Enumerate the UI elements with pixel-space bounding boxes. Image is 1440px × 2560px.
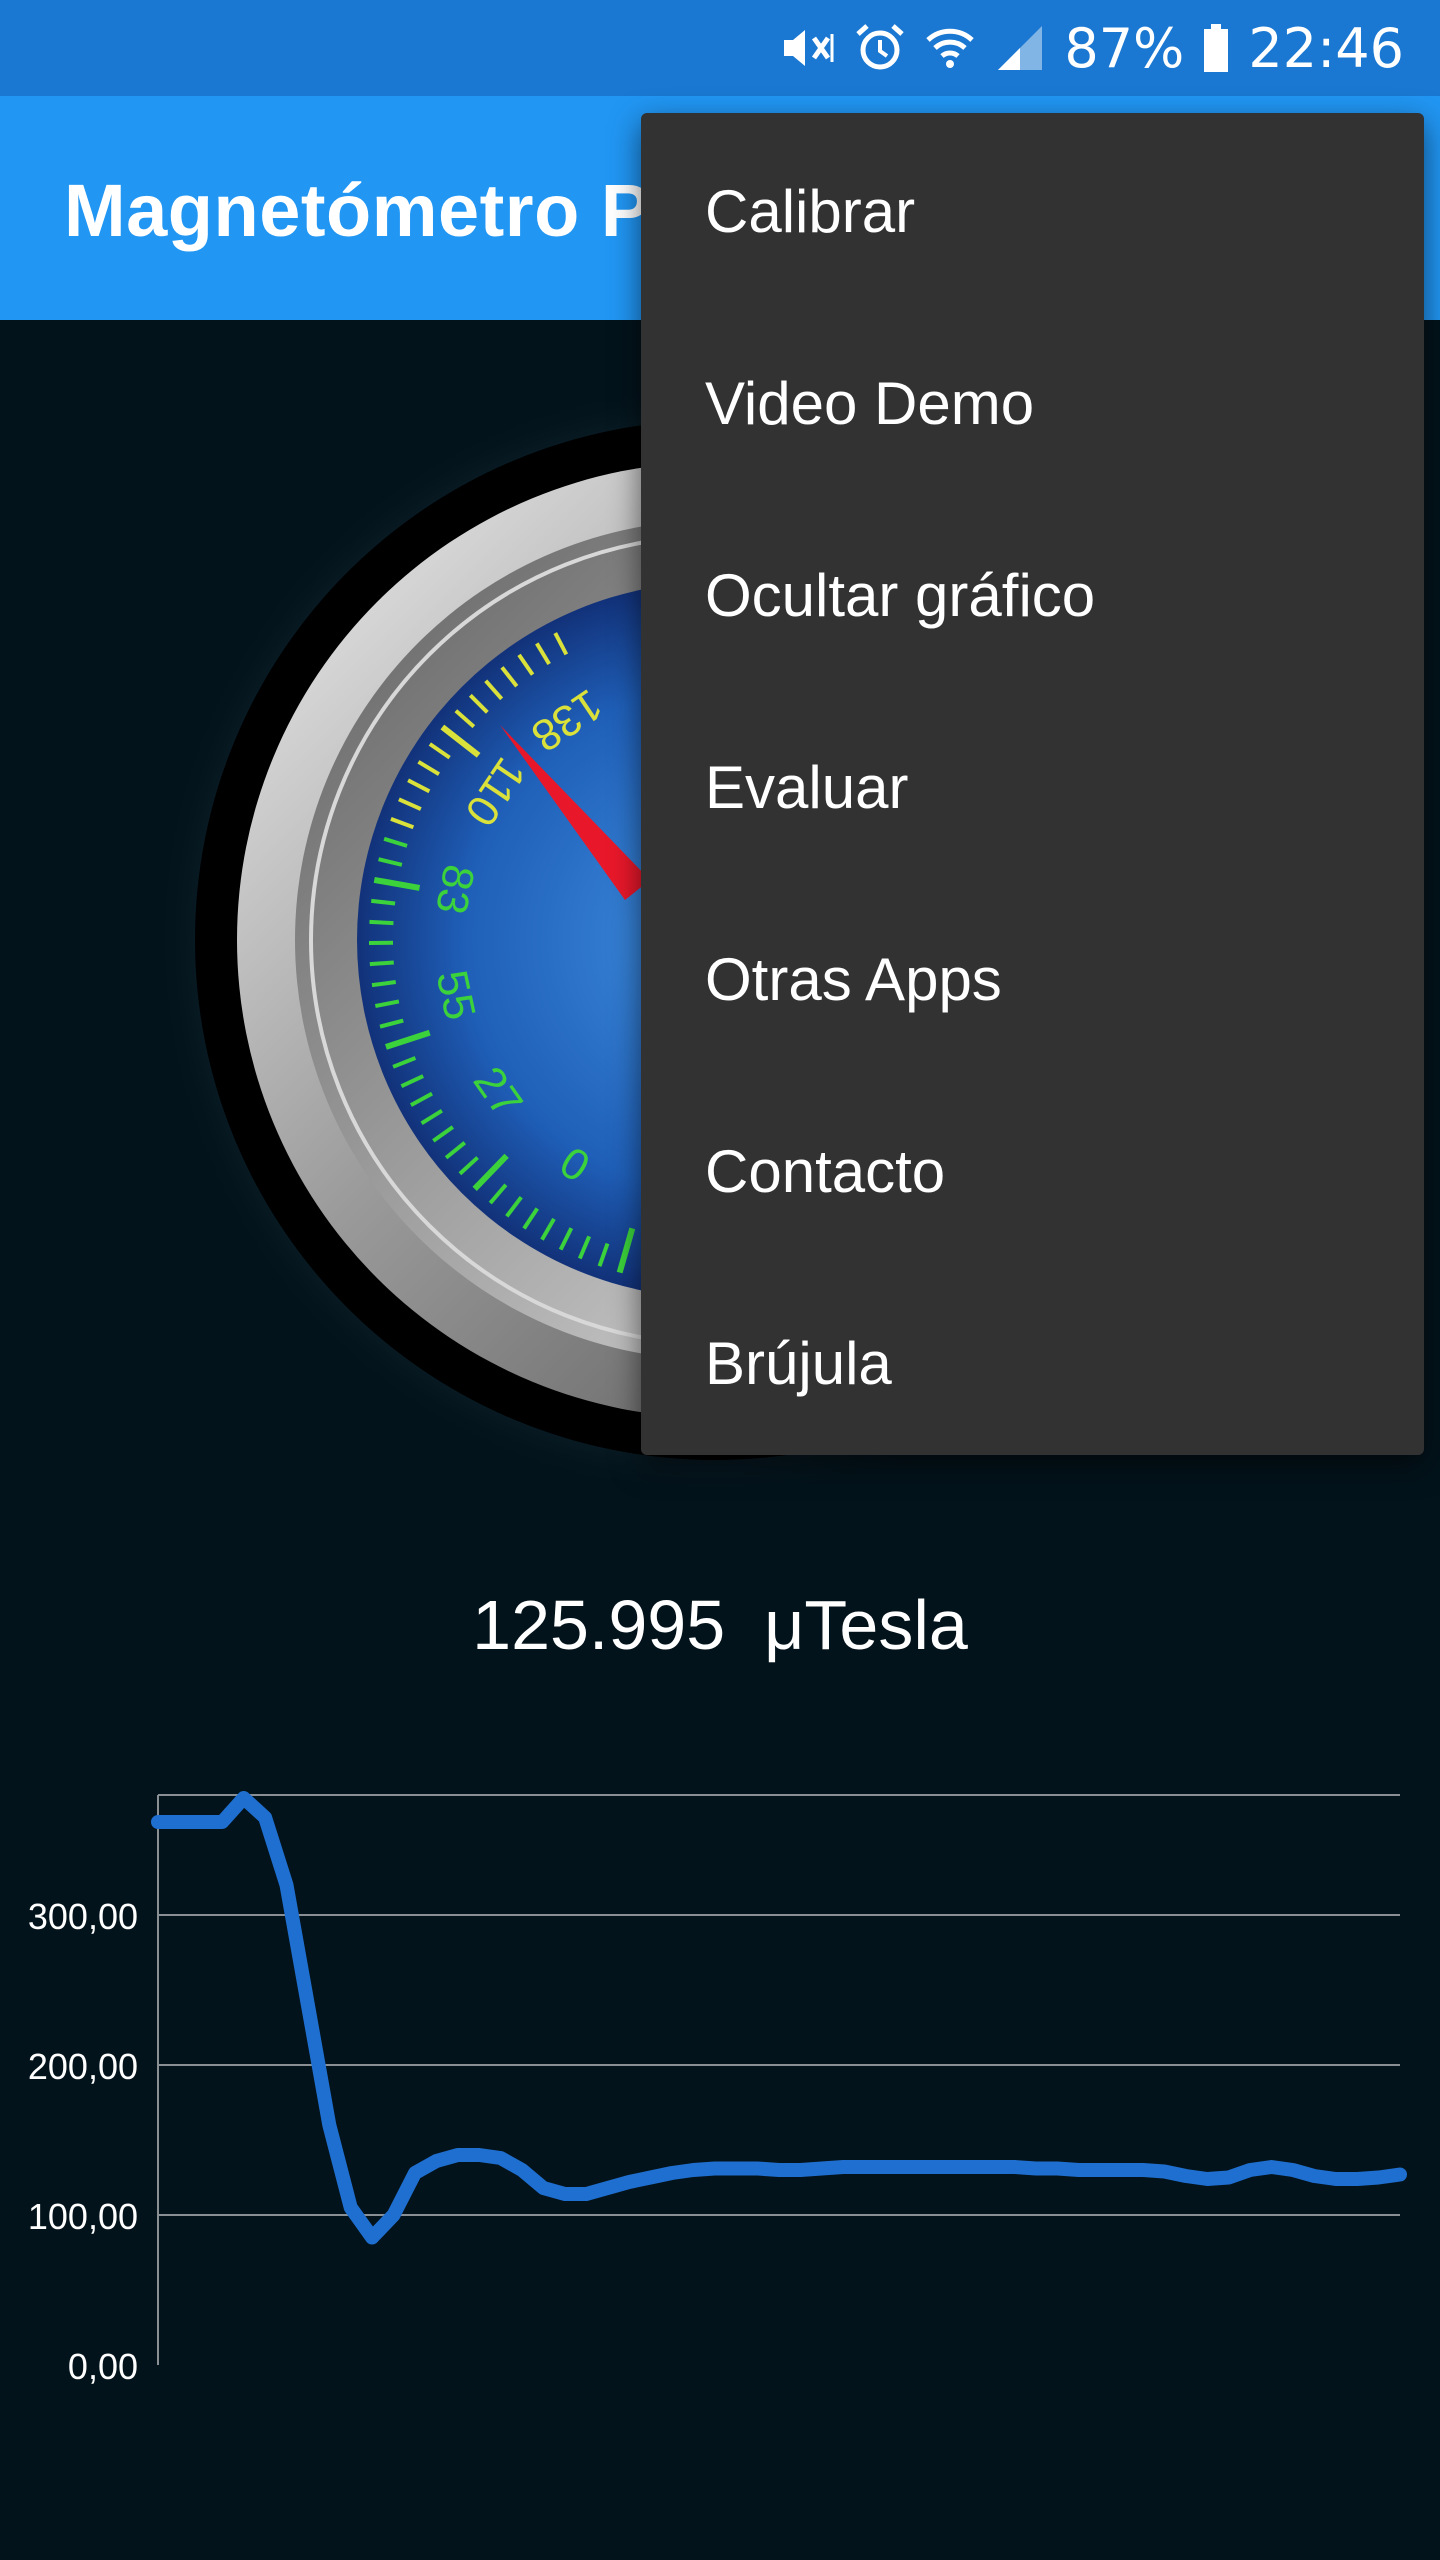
menu-item-label: Calibrar <box>705 177 916 245</box>
reading-unit: μTesla <box>764 1586 968 1664</box>
menu-item-label: Contacto <box>705 1137 946 1205</box>
gauge-tick <box>369 960 394 967</box>
app-title: Magnetómetro P <box>64 169 651 252</box>
menu-item-ocultar-grafico[interactable]: Ocultar gráfico <box>641 499 1424 691</box>
battery-percent: 87% <box>1064 16 1185 80</box>
menu-item-label: Evaluar <box>705 753 909 821</box>
reading-value: 125.995 <box>472 1586 726 1664</box>
status-icons: 87% 22:46 <box>780 0 1404 96</box>
wifi-icon <box>924 22 976 74</box>
overflow-menu: Calibrar Video Demo Ocultar gráfico Eval… <box>641 113 1424 1455</box>
clock-time: 22:46 <box>1248 16 1404 80</box>
alarm-icon <box>854 22 906 74</box>
menu-item-evaluar[interactable]: Evaluar <box>641 691 1424 883</box>
chart-y-tick-label: 0,00 <box>68 2346 138 2387</box>
chart-y-tick-label: 300,00 <box>28 1896 138 1937</box>
gauge-tick <box>370 898 396 906</box>
menu-item-otras-apps[interactable]: Otras Apps <box>641 883 1424 1075</box>
menu-item-label: Video Demo <box>705 369 1035 437</box>
chart-y-tick-label: 100,00 <box>28 2196 138 2237</box>
magnetic-field-reading: 125.995 μTesla <box>0 1585 1440 1665</box>
menu-item-label: Ocultar gráfico <box>705 561 1096 629</box>
battery-icon <box>1202 22 1230 74</box>
mute-vibrate-icon <box>780 22 836 74</box>
status-bar: 87% 22:46 <box>0 0 1440 96</box>
field-history-chart: 0,00 100,00 200,00 300,00 <box>28 1791 1407 2387</box>
menu-item-label: Brújula <box>705 1329 892 1397</box>
menu-item-video-demo[interactable]: Video Demo <box>641 307 1424 499</box>
gauge-tick <box>369 919 394 926</box>
menu-item-label: Otras Apps <box>705 945 1002 1013</box>
signal-icon <box>994 22 1046 74</box>
chart-series-line <box>151 1791 1407 2245</box>
gauge-tick-label: 83 <box>426 861 483 918</box>
chart-y-tick-label: 200,00 <box>28 2046 138 2087</box>
menu-item-calibrar[interactable]: Calibrar <box>641 115 1424 307</box>
menu-item-contacto[interactable]: Contacto <box>641 1075 1424 1267</box>
gauge-tick-label: 55 <box>427 966 485 1024</box>
menu-item-brujula[interactable]: Brújula <box>641 1267 1424 1459</box>
